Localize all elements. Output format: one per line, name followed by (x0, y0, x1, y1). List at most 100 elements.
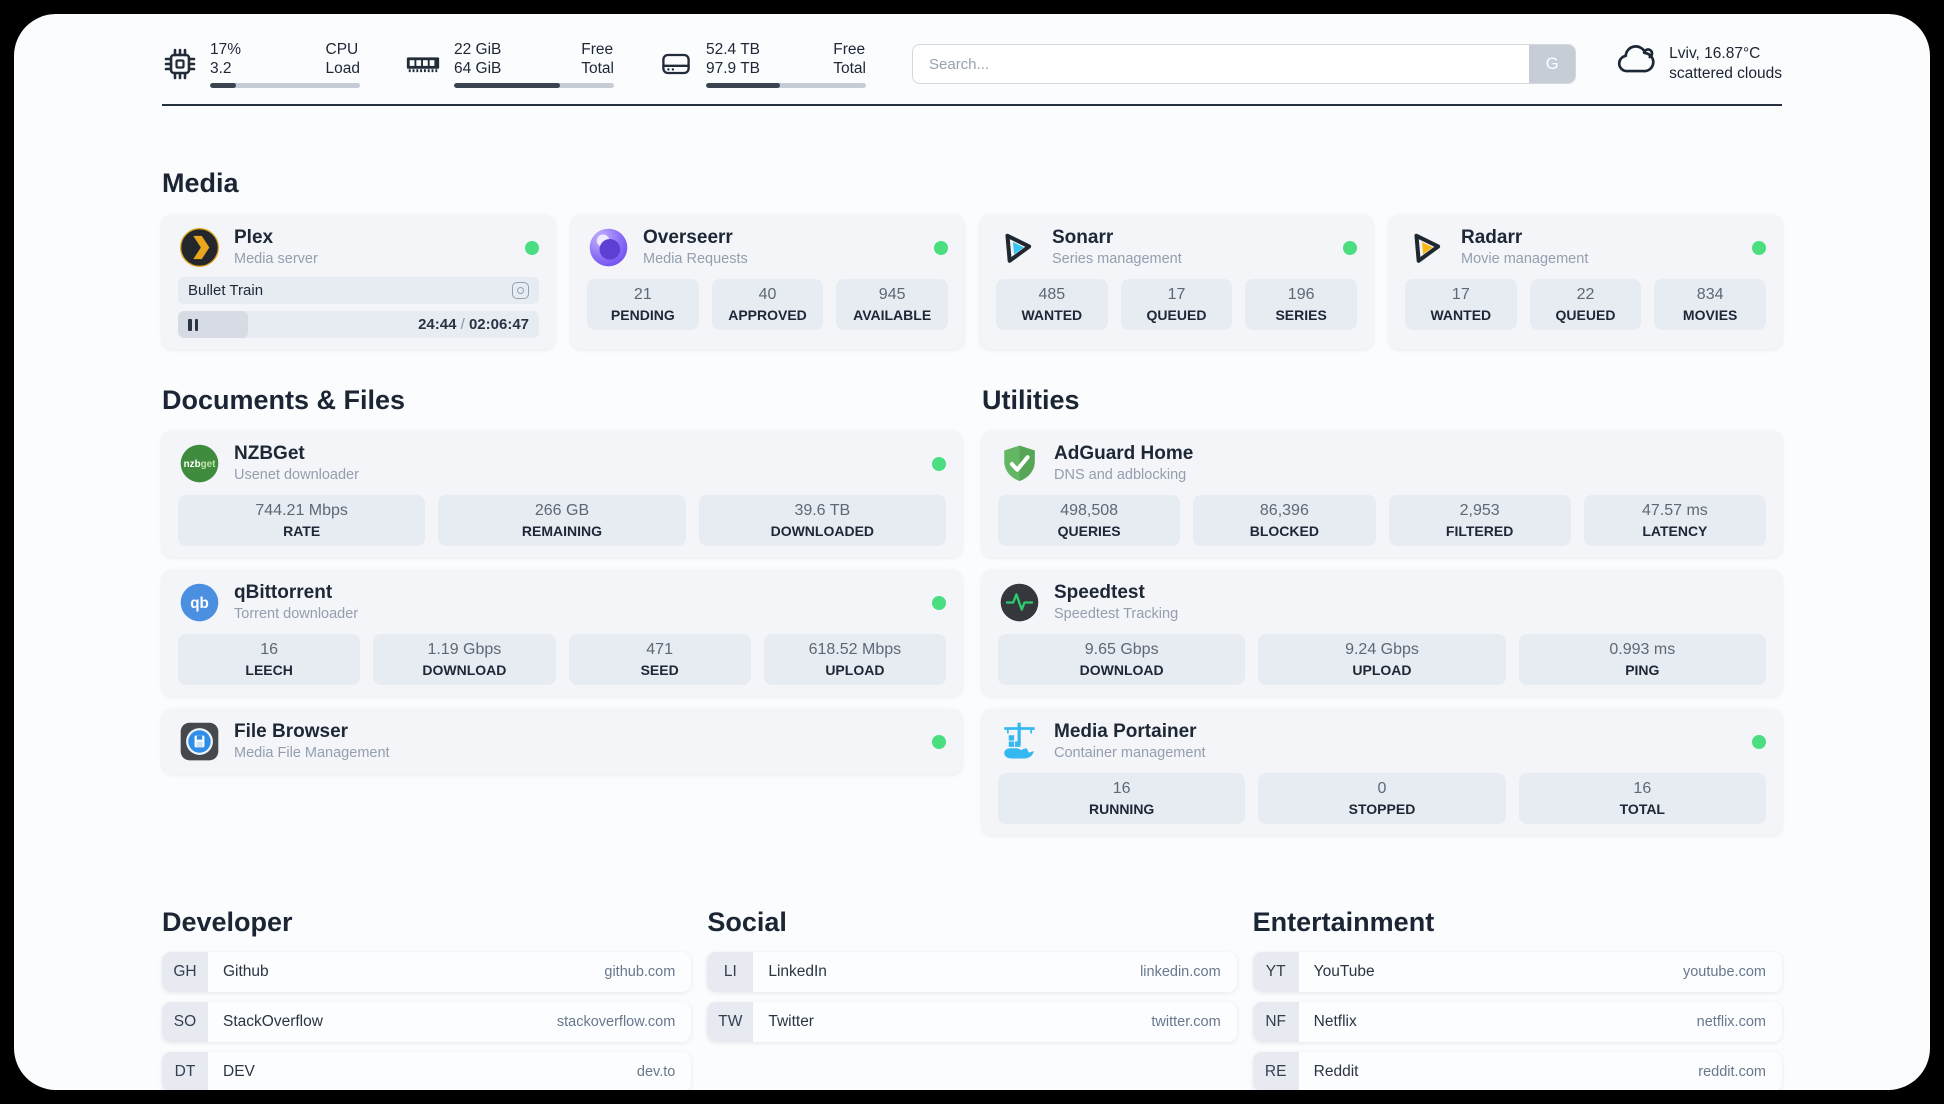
stat-pill: 834 MOVIES (1654, 279, 1766, 330)
documents-column: Documents & Files nzbget NZBGet Usenet d… (162, 385, 962, 835)
disk-total-value: 97.9 TB (706, 60, 761, 77)
ram-icon (404, 45, 442, 83)
stat-label: PING (1625, 662, 1660, 678)
disk-free-value: 52.4 TB (706, 41, 761, 58)
plex-icon (178, 226, 221, 269)
stat-value: 945 (878, 286, 906, 303)
stat-value: 485 (1038, 286, 1066, 303)
player-bar[interactable]: 24:44 / 02:06:47 (178, 311, 539, 338)
stat-pill: 22 QUEUED (1529, 279, 1642, 330)
bookmark-badge: TW (707, 1002, 754, 1042)
bookmark-url: youtube.com (1682, 964, 1766, 980)
app-card-speedtest[interactable]: Speedtest Speedtest Tracking 9.65 Gbps D… (982, 570, 1782, 696)
stat-pill: 196 SERIES (1245, 279, 1357, 330)
bookmark-section-title: Entertainment (1252, 907, 1435, 937)
player-time: 24:44 / 02:06:47 (418, 316, 529, 333)
app-card-qbittorrent[interactable]: qb qBittorrent Torrent downloader 16 LEE… (162, 570, 962, 696)
ram-progress-bar (454, 83, 614, 88)
stat-value: 40 (758, 286, 777, 303)
stat-row: 17 WANTED 22 QUEUED 834 MOVIES (1405, 279, 1766, 330)
bookmark-badge: YT (1252, 952, 1299, 992)
stat-value: 0 (1377, 780, 1387, 797)
disk-stat: 52.4 TB 97.9 TB Free Total (658, 40, 866, 88)
bookmark-sections: Developer GH Github github.com SO StackO… (162, 907, 1782, 1090)
speedtest-icon (998, 581, 1041, 624)
app-name: Radarr (1461, 227, 1523, 248)
bookmark-url: linkedin.com (1140, 964, 1221, 980)
stat-value: 266 GB (534, 502, 590, 519)
app-card-plex[interactable]: Plex Media server Bullet Train 24:44 / 0… (162, 215, 555, 349)
bookmark-reddit[interactable]: RE Reddit reddit.com (1252, 1052, 1782, 1090)
pause-icon[interactable] (188, 318, 198, 331)
stat-row: 498,508 QUERIES 86,396 BLOCKED 2,953 FIL… (998, 495, 1766, 546)
bookmark-section: Social LI LinkedIn linkedin.com TW Twitt… (707, 907, 1237, 1090)
stat-pill: 471 SEED (568, 634, 751, 685)
stat-label: QUEUED (1146, 307, 1207, 323)
bookmark-stackoverflow[interactable]: SO StackOverflow stackoverflow.com (162, 1002, 692, 1042)
bookmark-linkedin[interactable]: LI LinkedIn linkedin.com (707, 952, 1237, 992)
stat-pill: 47.57 ms LATENCY (1583, 495, 1766, 546)
sonarr-icon (996, 226, 1039, 269)
stat-value: 86,396 (1259, 502, 1309, 519)
stat-label: UPLOAD (1352, 662, 1412, 678)
weather-widget[interactable]: Lviv, 16.87°C scattered clouds (1614, 41, 1782, 88)
nzbget-icon: nzbget (178, 442, 221, 485)
search-engine-button[interactable]: G (1529, 45, 1576, 83)
stat-value: 17 (1451, 286, 1470, 303)
bookmark-url: reddit.com (1698, 1064, 1766, 1080)
status-dot (934, 240, 948, 255)
app-subtitle: Media Requests (643, 251, 748, 267)
cpu-load-label: Load (325, 60, 360, 77)
bookmark-github[interactable]: GH Github github.com (162, 952, 692, 992)
app-card-portainer[interactable]: Media Portainer Container management 16 … (982, 709, 1782, 835)
bookmark-badge: LI (707, 952, 754, 992)
portainer-icon (998, 720, 1041, 763)
stat-label: DOWNLOAD (422, 662, 507, 678)
stat-pill: 0 STOPPED (1258, 773, 1506, 824)
section-title-media: Media (162, 168, 239, 198)
weather-cloud-icon (1614, 41, 1656, 88)
stat-pill: 17 WANTED (1405, 279, 1517, 330)
stat-label: RATE (283, 523, 321, 539)
cpu-usage-label: CPU (325, 41, 359, 58)
bookmark-twitter[interactable]: TW Twitter twitter.com (707, 1002, 1237, 1042)
bookmark-badge: SO (162, 1002, 208, 1042)
bookmark-label: LinkedIn (768, 963, 827, 980)
app-card-radarr[interactable]: Radarr Movie management 17 WANTED 22 QUE… (1389, 215, 1782, 349)
weather-condition: scattered clouds (1669, 65, 1782, 82)
search-input[interactable] (913, 45, 1530, 83)
status-dot (525, 240, 539, 255)
app-card-filebrowser[interactable]: File Browser Media File Management (162, 709, 962, 774)
app-card-overseerr[interactable]: Overseerr Media Requests 21 PENDING 40 A… (571, 215, 964, 349)
stat-pill: 9.24 Gbps UPLOAD (1258, 634, 1506, 685)
status-dot (1343, 240, 1357, 255)
stat-pill: 744.21 Mbps RATE (178, 495, 426, 546)
bookmark-youtube[interactable]: YT YouTube youtube.com (1252, 952, 1782, 992)
bookmark-netflix[interactable]: NF Netflix netflix.com (1252, 1002, 1782, 1042)
bookmark-badge: GH (162, 952, 208, 992)
svg-text:nzbget: nzbget (184, 459, 216, 470)
app-subtitle: Series management (1052, 251, 1182, 267)
stat-value: 47.57 ms (1641, 502, 1708, 519)
app-card-sonarr[interactable]: Sonarr Series management 485 WANTED 17 Q… (980, 215, 1373, 349)
stat-pill: 485 WANTED (996, 279, 1108, 330)
weather-location-temp: Lviv, 16.87°C (1669, 45, 1761, 62)
app-subtitle: Movie management (1461, 251, 1589, 267)
bookmark-badge: NF (1252, 1002, 1299, 1042)
stat-value: 16 (1633, 780, 1652, 797)
app-card-nzbget[interactable]: nzbget NZBGet Usenet downloader 744.21 M… (162, 431, 962, 557)
stat-label: DOWNLOAD (1079, 662, 1164, 678)
app-subtitle: Usenet downloader (234, 467, 359, 483)
app-card-adguard[interactable]: AdGuard Home DNS and adblocking 498,508 … (982, 431, 1782, 557)
stat-pill: 945 AVAILABLE (836, 279, 948, 330)
ram-total-value: 64 GiB (454, 60, 502, 77)
bookmark-section: Developer GH Github github.com SO StackO… (162, 907, 692, 1090)
stat-pill: 40 APPROVED (711, 279, 824, 330)
player-elapsed: 24:44 (418, 316, 457, 333)
utilities-card-list: AdGuard Home DNS and adblocking 498,508 … (982, 431, 1782, 835)
cpu-load-value: 3.2 (210, 60, 232, 77)
stat-label: FILTERED (1445, 523, 1514, 539)
app-subtitle: Media File Management (234, 745, 390, 761)
stat-label: TOTAL (1619, 801, 1665, 817)
bookmark-dev[interactable]: DT DEV dev.to (162, 1052, 692, 1090)
